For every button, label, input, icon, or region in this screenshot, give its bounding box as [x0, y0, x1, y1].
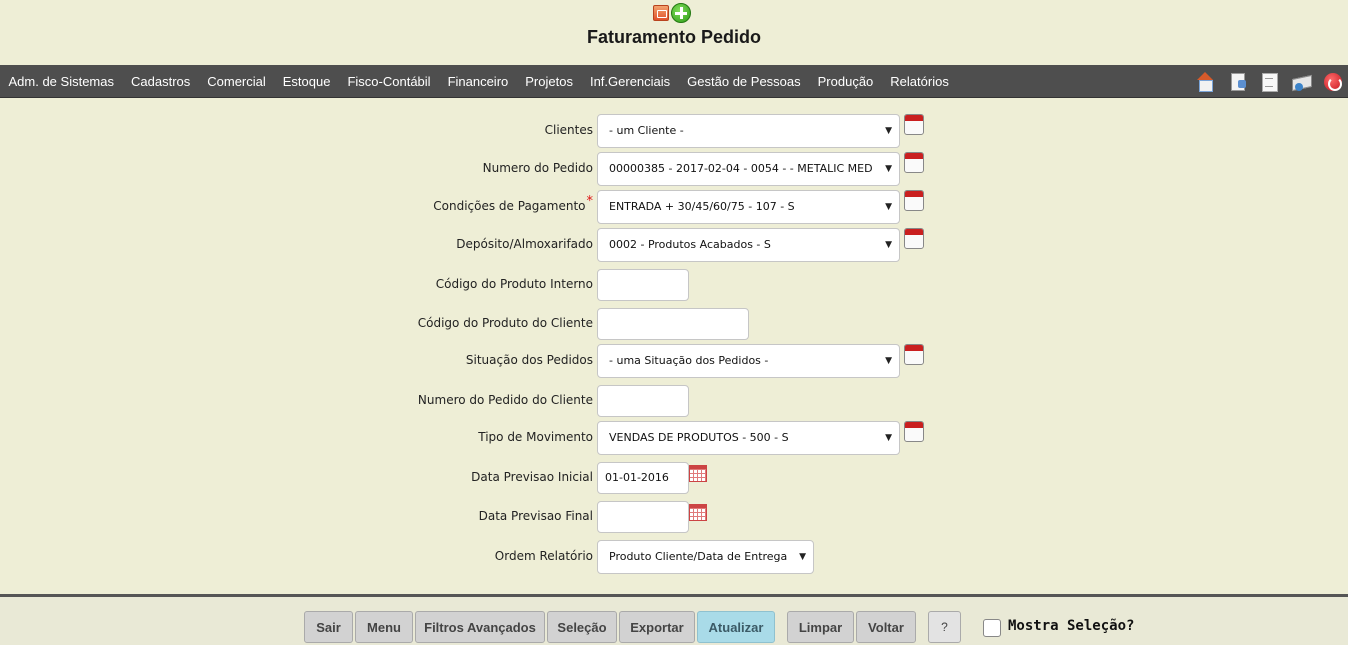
chevron-down-icon: ▼ [799, 552, 806, 562]
numero-pedido-cliente-input[interactable] [597, 385, 689, 417]
required-mark: * [586, 194, 594, 209]
sair-button[interactable]: Sair [304, 611, 353, 643]
menu-item-inf-gerenciais[interactable]: Inf.Gerenciais [581, 74, 678, 89]
numero-pedido-select[interactable]: 00000385 - 2017-02-04 - 0054 - - METALIC… [597, 152, 900, 186]
tipo-movimento-label: Tipo de Movimento [478, 430, 593, 444]
numero-pedido-cliente-label: Numero do Pedido do Cliente [417, 393, 593, 407]
mostra-selecao-label[interactable]: Mostra Seleção? [1008, 618, 1134, 634]
filtros-avancados-button[interactable]: Filtros Avançados [415, 611, 545, 643]
codigo-produto-interno-label: Código do Produto Interno [435, 277, 593, 291]
menu-item-projetos[interactable]: Projetos [517, 74, 582, 89]
codigo-produto-cliente-label: Código do Produto do Cliente [417, 316, 593, 330]
data-final-input[interactable] [597, 501, 689, 533]
document-icon[interactable] [1226, 71, 1248, 93]
tipo-movimento-value: VENDAS DE PRODUTOS - 500 - S [609, 431, 789, 444]
main-menu-bar: Adm. de Sistemas Cadastros Comercial Est… [0, 65, 1348, 98]
menu-item-cadastros[interactable]: Cadastros [123, 74, 199, 89]
menu-button[interactable]: Menu [355, 611, 413, 643]
ordem-relatorio-value: Produto Cliente/Data de Entrega [609, 550, 788, 563]
situacao-pedidos-select[interactable]: - uma Situação dos Pedidos - ▼ [597, 344, 900, 378]
clientes-select[interactable]: - um Cliente - ▼ [597, 114, 900, 148]
situacao-pedidos-label: Situação dos Pedidos [465, 353, 593, 367]
calendar-lookup-icon[interactable] [904, 344, 924, 365]
add-icon[interactable] [671, 3, 691, 23]
menu-item-gestao-pessoas[interactable]: Gestão de Pessoas [679, 74, 809, 89]
pdf-icon[interactable] [653, 5, 669, 21]
chevron-down-icon: ▼ [885, 202, 892, 212]
chevron-down-icon: ▼ [885, 164, 892, 174]
page-header: Faturamento Pedido [0, 0, 1348, 65]
exportar-button[interactable]: Exportar [619, 611, 695, 643]
data-inicial-label: Data Previsao Inicial [471, 470, 593, 484]
menu-tools [1194, 71, 1344, 93]
page-icon[interactable] [1258, 71, 1280, 93]
menu-item-estoque[interactable]: Estoque [274, 74, 339, 89]
menu-item-financeiro[interactable]: Financeiro [439, 74, 517, 89]
menu-item-relatorios[interactable]: Relatórios [882, 74, 958, 89]
calendar-lookup-icon[interactable] [904, 114, 924, 135]
ordem-relatorio-label: Ordem Relatório [494, 549, 593, 563]
header-icons [653, 3, 691, 23]
menu-item-fisco-contabil[interactable]: Fisco-Contábil [339, 74, 439, 89]
chevron-down-icon: ▼ [885, 356, 892, 366]
condicoes-pagamento-text: Condições de Pagamento [433, 199, 586, 213]
condicoes-pagamento-select[interactable]: ENTRADA + 30/45/60/75 - 107 - S ▼ [597, 190, 900, 224]
home-icon[interactable] [1194, 71, 1216, 93]
menu-item-adm-sistemas[interactable]: Adm. de Sistemas [0, 74, 123, 89]
codigo-produto-cliente-input[interactable] [597, 308, 749, 340]
help-button[interactable]: ? [928, 611, 961, 643]
calendar-lookup-icon[interactable] [904, 190, 924, 211]
calendar-icon[interactable] [689, 504, 707, 521]
calendar-icon[interactable] [689, 465, 707, 482]
condicoes-pagamento-label: Condições de Pagamento* [433, 194, 593, 214]
atualizar-button[interactable]: Atualizar [697, 611, 775, 643]
situacao-pedidos-value: - uma Situação dos Pedidos - [609, 354, 769, 367]
clientes-label: Clientes [544, 123, 593, 137]
condicoes-pagamento-value: ENTRADA + 30/45/60/75 - 107 - S [609, 200, 795, 213]
chevron-down-icon: ▼ [885, 240, 892, 250]
numero-pedido-value: 00000385 - 2017-02-04 - 0054 - - METALIC… [609, 162, 873, 175]
deposito-value: 0002 - Produtos Acabados - S [609, 238, 771, 251]
chevron-down-icon: ▼ [885, 433, 892, 443]
clientes-value: - um Cliente - [609, 124, 684, 137]
menu-items: Adm. de Sistemas Cadastros Comercial Est… [0, 65, 957, 98]
numero-pedido-label: Numero do Pedido [482, 161, 593, 175]
footer-toolbar: Sair Menu Filtros Avançados Seleção Expo… [0, 594, 1348, 645]
menu-item-producao[interactable]: Produção [809, 74, 882, 89]
data-inicial-input[interactable]: 01-01-2016 [597, 462, 689, 494]
limpar-button[interactable]: Limpar [787, 611, 854, 643]
ordem-relatorio-select[interactable]: Produto Cliente/Data de Entrega ▼ [597, 540, 814, 574]
deposito-label: Depósito/Almoxarifado [456, 237, 593, 251]
voltar-button[interactable]: Voltar [856, 611, 916, 643]
print-icon[interactable] [1290, 71, 1312, 93]
power-icon[interactable] [1322, 71, 1344, 93]
calendar-lookup-icon[interactable] [904, 152, 924, 173]
menu-item-comercial[interactable]: Comercial [199, 74, 275, 89]
selecao-button[interactable]: Seleção [547, 611, 617, 643]
chevron-down-icon: ▼ [885, 126, 892, 136]
mostra-selecao-checkbox[interactable] [983, 619, 1001, 637]
deposito-select[interactable]: 0002 - Produtos Acabados - S ▼ [597, 228, 900, 262]
page-title: Faturamento Pedido [586, 27, 761, 47]
tipo-movimento-select[interactable]: VENDAS DE PRODUTOS - 500 - S ▼ [597, 421, 900, 455]
data-final-label: Data Previsao Final [478, 509, 593, 523]
calendar-lookup-icon[interactable] [904, 421, 924, 442]
codigo-produto-interno-input[interactable] [597, 269, 689, 301]
filter-form: Clientes - um Cliente - ▼ Numero do Pedi… [0, 98, 1348, 594]
calendar-lookup-icon[interactable] [904, 228, 924, 249]
